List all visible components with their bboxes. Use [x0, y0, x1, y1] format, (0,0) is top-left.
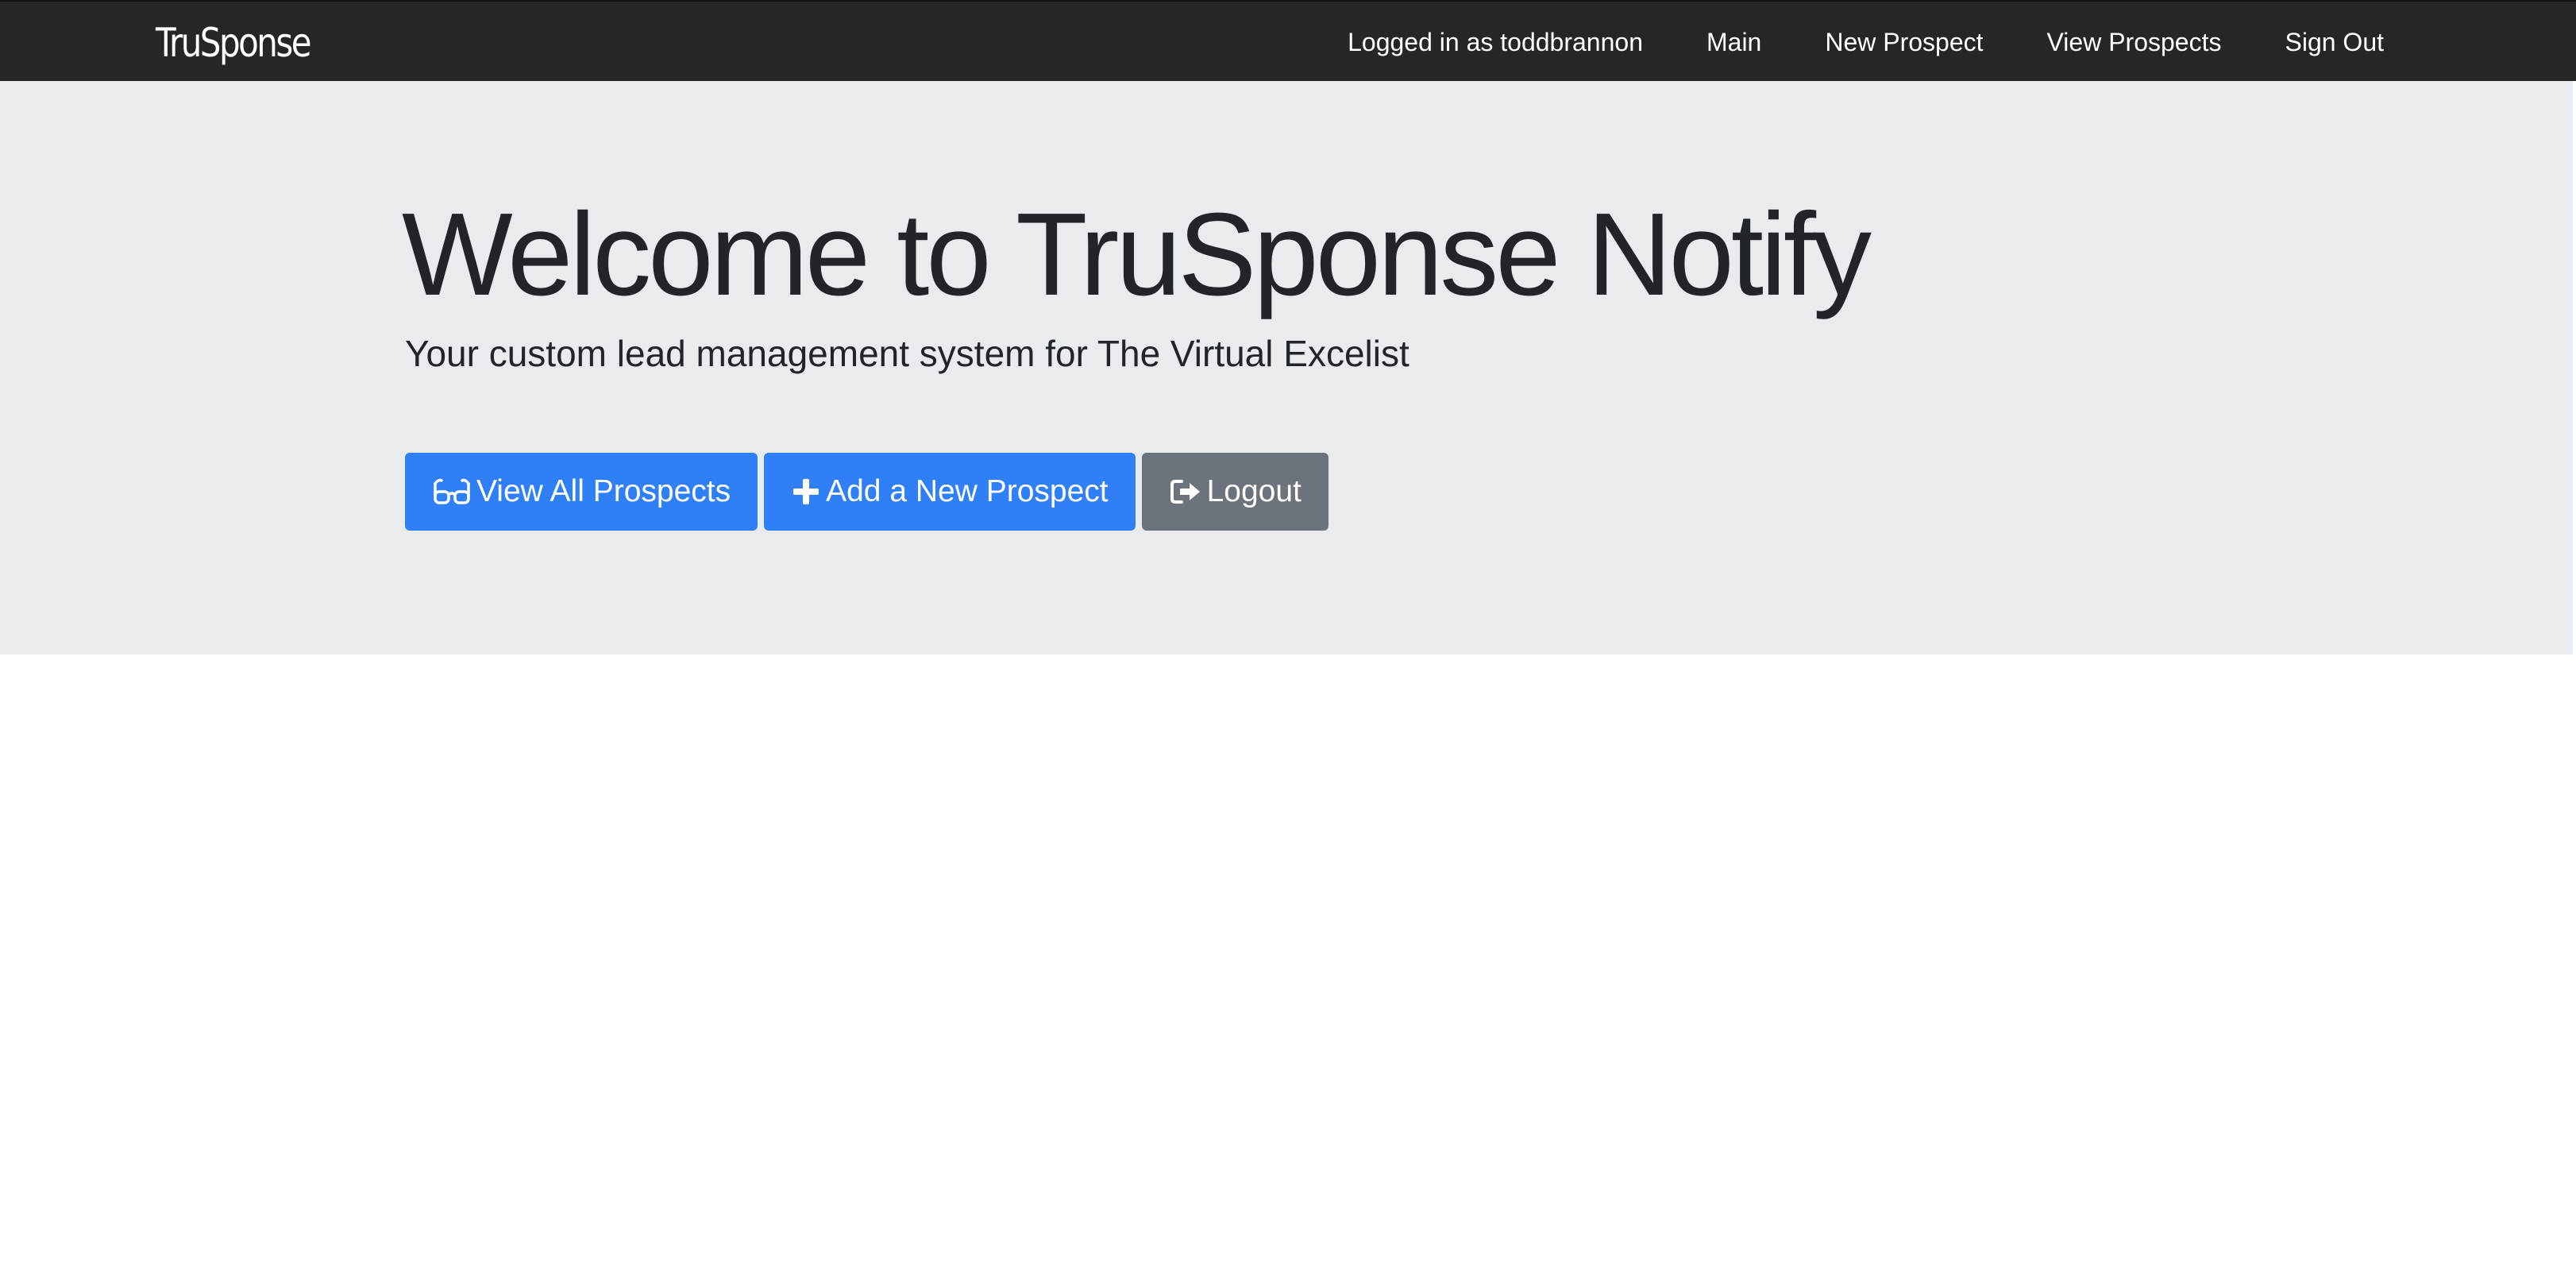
nav-link-main[interactable]: Main [1706, 28, 1761, 57]
sign-out-icon [1169, 477, 1202, 507]
jumbotron: Welcome to TruSponse Notify Your custom … [0, 81, 2573, 655]
glasses-icon [432, 476, 472, 508]
page-subtitle: Your custom lead management system for T… [405, 333, 1409, 374]
logout-button[interactable]: Logout [1141, 453, 1328, 531]
top-navbar: TruSponse Logged in as toddbrannon Main … [0, 0, 2576, 81]
action-buttons: View All Prospects Add a New Prospect Lo… [405, 453, 1328, 531]
logout-label: Logout [1206, 474, 1301, 508]
plus-icon [791, 477, 821, 507]
brand-logo[interactable]: TruSponse [156, 17, 312, 68]
page-title: Welcome to TruSponse Notify [402, 189, 1872, 320]
view-all-prospects-button[interactable]: View All Prospects [405, 453, 758, 531]
add-new-prospect-label: Add a New Prospect [826, 474, 1109, 508]
view-all-prospects-label: View All Prospects [476, 474, 731, 508]
nav-link-sign-out[interactable]: Sign Out [2285, 28, 2384, 57]
nav-links: Logged in as toddbrannon Main New Prospe… [1348, 2, 2384, 83]
add-new-prospect-button[interactable]: Add a New Prospect [764, 453, 1136, 531]
nav-link-new-prospect[interactable]: New Prospect [1825, 28, 1983, 57]
nav-link-view-prospects[interactable]: View Prospects [2047, 28, 2222, 57]
logged-in-user: Logged in as toddbrannon [1348, 27, 1643, 56]
